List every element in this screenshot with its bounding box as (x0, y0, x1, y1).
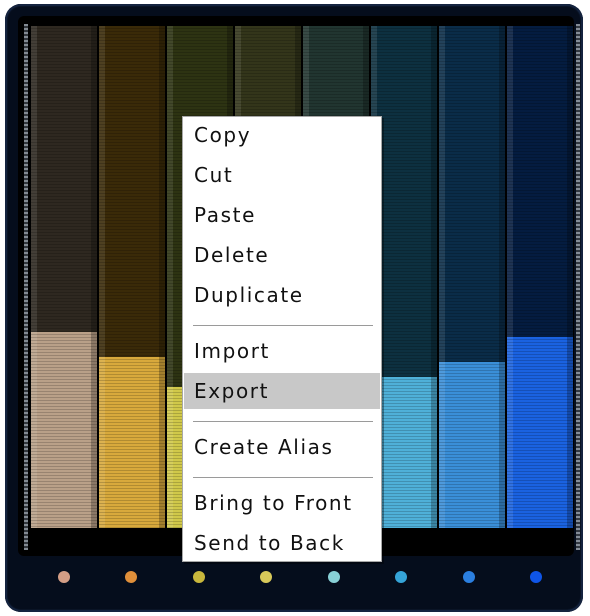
meter-2[interactable] (99, 26, 165, 528)
menu-item-delete[interactable]: Delete (184, 237, 380, 273)
meter-2-background (99, 26, 165, 357)
meter-1-background (31, 26, 97, 332)
meter-7[interactable] (439, 26, 505, 528)
right-scroll-rail[interactable] (576, 24, 580, 550)
meter-8-background (507, 26, 573, 337)
channel-dot-cell (435, 566, 502, 588)
channel-indicator-dot[interactable] (395, 571, 408, 583)
menu-separator (193, 421, 373, 422)
channel-dot-cell (30, 566, 97, 588)
menu-item-send-to-back[interactable]: Send to Back (184, 525, 380, 561)
menu-item-import[interactable]: Import (184, 333, 380, 369)
meter-1-level-fill (31, 332, 97, 528)
meter-2-level-fill (99, 357, 165, 528)
menu-separator (193, 325, 373, 326)
context-menu: Copy Cut Paste Delete Duplicate Import Export C… (182, 116, 382, 562)
channel-indicator-dot[interactable] (462, 571, 475, 583)
menu-item-cut[interactable]: Cut (184, 157, 380, 193)
menu-item-bring-to-front[interactable]: Bring to Front (184, 485, 380, 521)
meter-7-background (439, 26, 505, 362)
channel-dot-cell (503, 566, 570, 588)
channel-indicator-dot[interactable] (260, 571, 273, 583)
channel-dot-cell (233, 566, 300, 588)
meter-1[interactable] (31, 26, 97, 528)
channel-dot-cell (98, 566, 165, 588)
channel-indicator-dot[interactable] (57, 571, 70, 583)
menu-item-create-alias[interactable]: Create Alias (184, 429, 380, 465)
channel-indicator-dot[interactable] (192, 571, 205, 583)
channel-dot-cell (368, 566, 435, 588)
meter-8[interactable] (507, 26, 573, 528)
menu-item-paste[interactable]: Paste (184, 197, 380, 233)
meter-8-level-fill (507, 337, 573, 528)
menu-separator (193, 477, 373, 478)
channel-dot-cell (165, 566, 232, 588)
channel-indicator-dot[interactable] (530, 571, 543, 583)
left-scroll-rail[interactable] (24, 24, 28, 550)
channel-indicator-dot[interactable] (125, 571, 138, 583)
channel-indicator-dot[interactable] (327, 571, 340, 583)
meter-7-level-fill (439, 362, 505, 528)
menu-item-duplicate[interactable]: Duplicate (184, 277, 380, 313)
channel-dot-cell (300, 566, 367, 588)
menu-item-export[interactable]: Export (184, 373, 380, 409)
channel-indicator-row (30, 566, 570, 588)
menu-item-copy[interactable]: Copy (184, 117, 380, 153)
